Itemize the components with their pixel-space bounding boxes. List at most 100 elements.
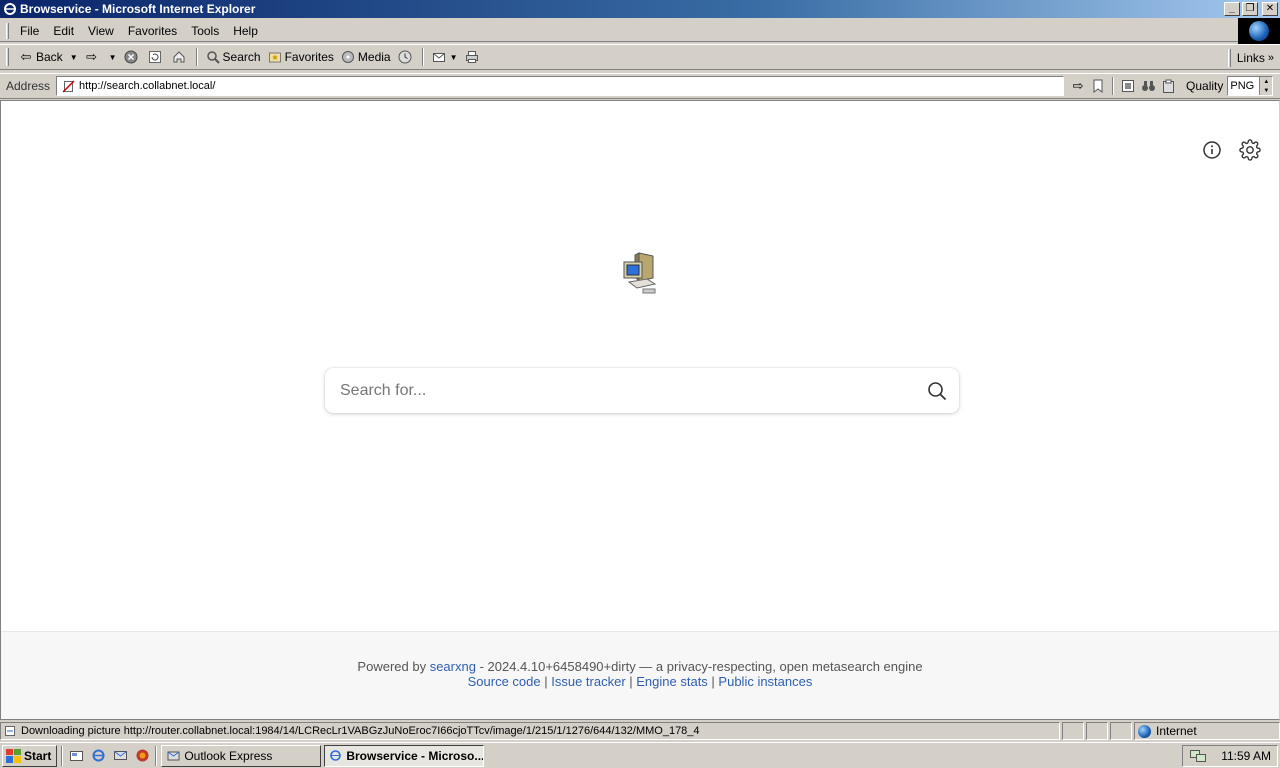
maximize-button[interactable]: ❐ — [1242, 2, 1258, 16]
menu-edit[interactable]: Edit — [46, 22, 81, 40]
footer-separator: | — [707, 674, 719, 689]
forward-arrow-icon: ⇨ — [86, 49, 98, 64]
close-button[interactable]: ✕ — [1262, 2, 1278, 16]
task-label: Outlook Express — [184, 748, 273, 763]
toolbar-separator — [195, 48, 198, 66]
quality-label: Quality — [1186, 79, 1224, 93]
outlook-launch-icon[interactable] — [111, 747, 129, 765]
clock[interactable]: 11:59 AM — [1221, 749, 1271, 763]
quality-value: PNG — [1230, 80, 1255, 92]
search-button[interactable]: Search — [202, 46, 264, 68]
info-icon[interactable] — [1201, 139, 1223, 161]
chevron-right-icon[interactable]: » — [1268, 52, 1274, 64]
bookmark-icon[interactable] — [1088, 76, 1108, 96]
status-main: Downloading picture http://router.collab… — [0, 722, 1060, 740]
media-player-launch-icon[interactable] — [133, 747, 151, 765]
stop-button[interactable] — [120, 46, 144, 68]
back-label: Back — [36, 50, 63, 64]
home-icon — [171, 49, 187, 65]
address-field[interactable] — [56, 76, 1065, 96]
toolbar-grip[interactable] — [6, 48, 9, 66]
menu-bar: File Edit View Favorites Tools Help — [0, 20, 1238, 42]
status-bar: Downloading picture http://router.collab… — [0, 721, 1280, 741]
clipboard-icon[interactable] — [1158, 76, 1178, 96]
links-button[interactable]: Links — [1237, 51, 1265, 65]
start-button[interactable]: Start — [2, 744, 58, 767]
refresh-icon — [147, 49, 163, 65]
home-button[interactable] — [168, 46, 192, 68]
network-icon[interactable] — [1189, 747, 1207, 766]
favorites-label: Favorites — [284, 50, 334, 64]
refresh-button[interactable] — [144, 46, 168, 68]
gear-icon[interactable] — [1239, 139, 1261, 161]
search-input[interactable] — [325, 370, 915, 411]
links-grip[interactable] — [1227, 49, 1231, 67]
back-dropdown[interactable]: ▼ — [66, 46, 81, 68]
search-submit-button[interactable] — [915, 371, 959, 411]
history-button[interactable] — [394, 46, 418, 68]
ie-icon — [329, 749, 342, 763]
start-label: Start — [24, 748, 52, 763]
menu-help[interactable]: Help — [226, 22, 265, 40]
version-text: - 2024.4.10+6458490+dirty — a privacy-re… — [475, 659, 923, 674]
chevron-down-icon: ▼ — [69, 52, 78, 62]
address-separator — [1112, 77, 1115, 95]
engine-stats-link[interactable]: Engine stats — [636, 674, 708, 689]
menu-grip[interactable] — [6, 22, 9, 39]
security-zone: Internet — [1134, 722, 1280, 740]
chevron-down-icon: ▼ — [108, 52, 117, 62]
system-tray: 11:59 AM — [1182, 745, 1278, 767]
quality-select[interactable]: PNG ▲ ▼ — [1227, 76, 1274, 96]
task-outlook-express[interactable]: Outlook Express — [161, 744, 322, 767]
page-layout-icon[interactable] — [1118, 76, 1138, 96]
searxng-logo — [617, 249, 665, 299]
forward-button[interactable]: ⇨ — [81, 46, 105, 68]
search-icon — [928, 381, 947, 400]
media-button[interactable]: Media — [337, 46, 394, 68]
searxng-link[interactable]: searxng — [430, 659, 476, 674]
quality-spinner[interactable]: ▲ ▼ — [1259, 77, 1273, 95]
public-instances-link[interactable]: Public instances — [718, 674, 812, 689]
chevron-down-icon[interactable]: ▼ — [1263, 88, 1269, 94]
go-arrow-icon[interactable]: ⇨ — [1068, 76, 1088, 96]
print-button[interactable] — [461, 46, 485, 68]
forward-dropdown[interactable]: ▼ — [105, 46, 120, 68]
back-arrow-icon: ⇦ — [20, 49, 32, 64]
footer-separator: | — [540, 674, 552, 689]
favorites-icon — [267, 49, 283, 65]
task-browservice[interactable]: Browservice - Microso... — [324, 744, 485, 767]
outlook-icon — [166, 749, 180, 763]
address-bar: Address ⇨ Quality PNG ▲▼ — [0, 73, 1280, 99]
address-input[interactable] — [79, 78, 1064, 94]
ie-launch-icon[interactable] — [89, 747, 107, 765]
taskbar-separator — [155, 745, 158, 766]
menu-file[interactable]: File — [13, 22, 46, 40]
status-cell — [1086, 722, 1108, 740]
minimize-button[interactable]: _ — [1224, 2, 1240, 16]
back-button[interactable]: ⇦ Back — [15, 46, 66, 68]
address-tools: ⇨ — [1068, 76, 1178, 96]
task-label: Browservice - Microso... — [346, 748, 485, 763]
menu-favorites[interactable]: Favorites — [121, 22, 184, 40]
favorites-button[interactable]: Favorites — [264, 46, 337, 68]
quick-launch — [67, 747, 151, 765]
issue-tracker-link[interactable]: Issue tracker — [551, 674, 625, 689]
zone-label: Internet — [1156, 724, 1197, 738]
source-code-link[interactable]: Source code — [468, 674, 541, 689]
globe-icon — [1249, 21, 1269, 41]
chevron-up-icon[interactable]: ▲ — [1263, 79, 1269, 85]
history-icon — [397, 49, 413, 65]
find-binoculars-icon[interactable] — [1138, 76, 1158, 96]
powered-by-text: Powered by — [357, 659, 427, 674]
show-desktop-icon[interactable] — [67, 747, 85, 765]
window-title: Browservice - Microsoft Internet Explore… — [20, 2, 256, 16]
status-cell — [1110, 722, 1132, 740]
menu-tools[interactable]: Tools — [184, 22, 226, 40]
menu-view[interactable]: View — [81, 22, 121, 40]
taskbar-separator — [61, 745, 64, 766]
status-cell — [1062, 722, 1084, 740]
status-text: Downloading picture http://router.collab… — [21, 725, 700, 737]
mail-button[interactable]: ▼ — [428, 46, 461, 68]
quality-control: Quality PNG ▲ ▼ — [1186, 76, 1274, 96]
print-icon — [464, 49, 480, 65]
